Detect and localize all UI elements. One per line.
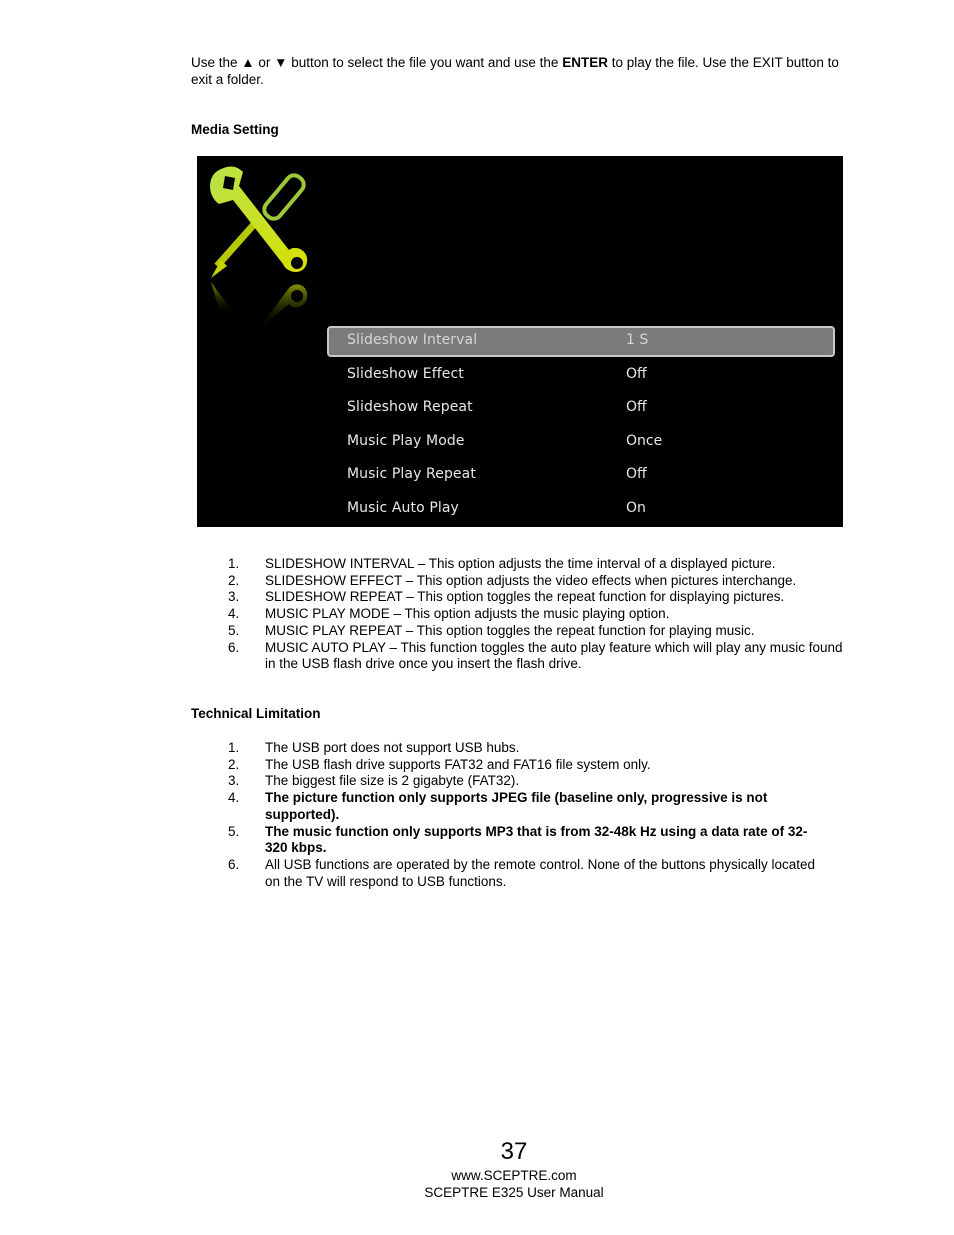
item-text: The USB port does not support USB hubs. [265,740,520,755]
page-number: 37 [500,1138,528,1165]
tools-wrench-screwdriver-icon [210,166,308,331]
item-text: SLIDESHOW INTERVAL – This option adjusts… [265,556,776,571]
list-item: 3. SLIDESHOW REPEAT – This option toggles… [228,589,848,606]
item-number: 6. [228,856,240,872]
menu-label: Music Play Mode [347,433,465,449]
menu-row-music-play-mode[interactable]: Music Play Mode Once [327,427,835,458]
item-number: 5. [228,823,240,839]
menu-row-music-play-repeat[interactable]: Music Play Repeat Off [327,460,835,491]
menu-label: Music Play Repeat [347,466,476,482]
item-text: The music function only supports MP3 tha… [265,823,808,856]
item-text: MUSIC PLAY MODE – This option adjusts th… [265,606,670,622]
item-number: 2. [228,756,240,772]
list-item: 3. The biggest file size is 2 gigabyte (F… [228,773,828,790]
item-number: 3. [228,773,240,789]
technical-limitation-list: 1. The USB port does not support USB hubs… [228,740,828,890]
item-text: The picture function only supports JPEG … [265,790,768,822]
menu-value: On [626,500,646,516]
item-text: The biggest file size is 2 gigabyte (FAT… [265,773,520,789]
menu-label: Slideshow Effect [347,366,464,382]
menu-row-slideshow-interval[interactable]: Slideshow Interval 1 S [327,326,835,357]
list-item: 1. SLIDESHOW INTERVAL – This option adjus… [228,556,848,573]
list-item: 6. All USB functions are operated by the … [228,857,828,890]
list-item: 5. The music function only supports MP3 t… [228,824,828,857]
intro-paragraph: Use the ▲ or ▼ button to select the file… [191,54,841,88]
item-number: 1. [228,556,240,571]
menu-value: Off [626,466,647,482]
item-number: 1. [228,740,240,755]
media-setting-list: 1. SLIDESHOW INTERVAL – This option adjus… [228,556,848,673]
item-text: SLIDESHOW EFFECT – This option adjusts t… [265,572,797,588]
item-text: SLIDESHOW REPEAT – This option toggles t… [265,589,785,605]
list-item: 5. MUSIC PLAY REPEAT – This option toggle… [228,623,848,640]
list-item: 4. MUSIC PLAY MODE – This option adjusts … [228,606,848,623]
list-item: 6. MUSIC AUTO PLAY – This function toggle… [228,640,848,673]
menu-label: Music Auto Play [347,500,459,516]
list-item: 2. SLIDESHOW EFFECT – This option adjusts… [228,573,848,590]
list-item: 4. The picture function only supports JPE… [228,790,828,823]
item-number: 6. [228,639,240,655]
menu-row-slideshow-effect[interactable]: Slideshow Effect Off [327,360,835,391]
intro-text-1: Use the ▲ or ▼ button to select the file… [191,55,563,70]
item-number: 4. [228,606,240,622]
list-item: 1. The USB port does not support USB hubs… [228,740,828,757]
item-number: 4. [228,790,240,806]
footer-manual-title: SCEPTRE E325 User Manual [424,1185,604,1200]
item-text: The USB flash drive supports FAT32 and F… [265,756,651,772]
menu-value: Once [626,433,663,449]
menu-value: Off [626,399,647,415]
item-number: 2. [228,572,240,588]
item-text: All USB functions are operated by the re… [265,856,816,889]
item-number: 3. [228,589,240,605]
menu-value: Off [626,366,647,382]
media-setting-heading: Media Setting [191,122,279,137]
menu-label: Slideshow Interval [347,332,478,348]
menu-row-music-auto-play[interactable]: Music Auto Play On [327,494,835,525]
menu-value: 1 S [626,332,649,348]
media-setting-screenshot: Slideshow Interval 1 S Slideshow Effect … [197,156,843,527]
item-text: MUSIC AUTO PLAY – This function toggles … [265,639,843,672]
intro-enter-bold: ENTER [562,55,608,70]
footer-website: www.SCEPTRE.com [451,1168,577,1183]
item-text: MUSIC PLAY REPEAT – This option toggles … [265,622,755,638]
menu-row-slideshow-repeat[interactable]: Slideshow Repeat Off [327,393,835,424]
item-number: 5. [228,622,240,638]
list-item: 2. The USB flash drive supports FAT32 and… [228,757,828,774]
menu-label: Slideshow Repeat [347,399,473,415]
technical-limitation-heading: Technical Limitation [191,706,321,721]
